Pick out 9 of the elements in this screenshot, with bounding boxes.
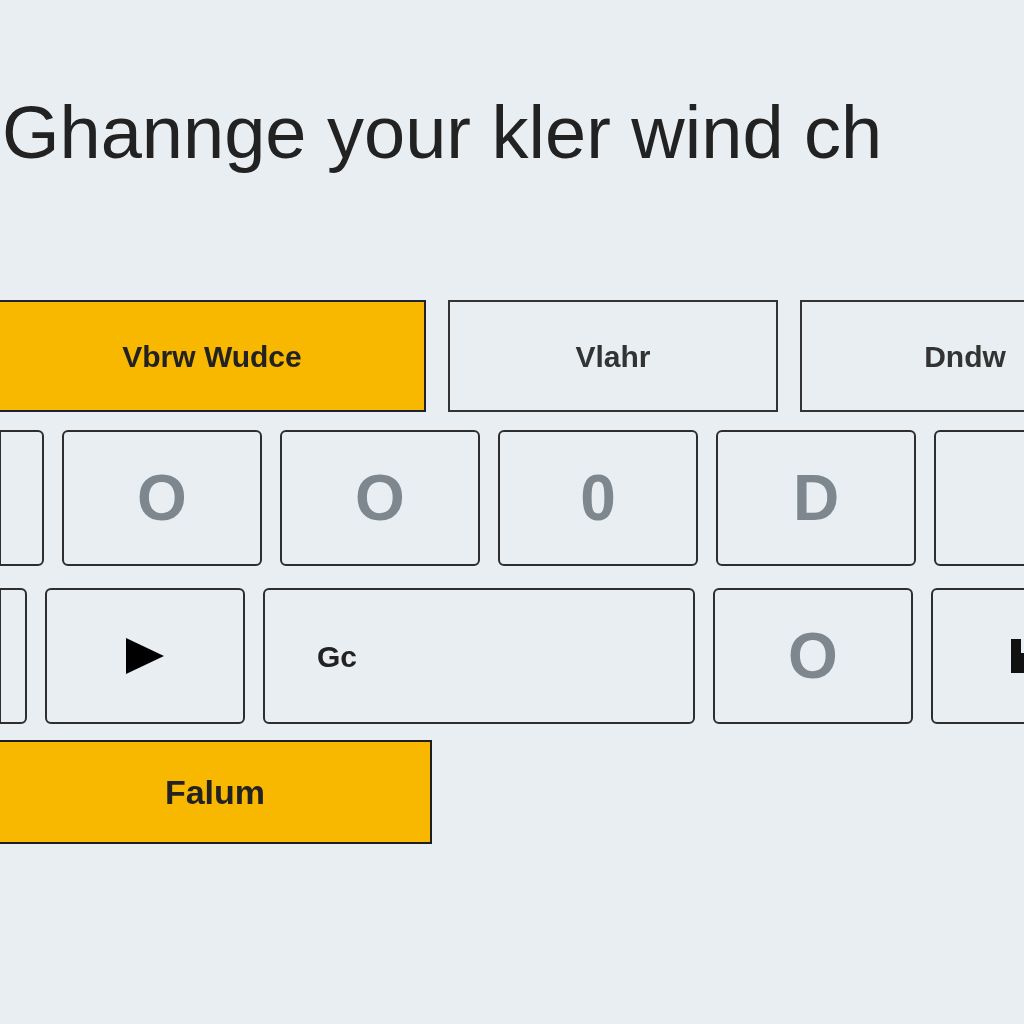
keyboard-key[interactable] (0, 588, 27, 724)
tab[interactable]: Dndw (800, 300, 1024, 412)
action-button[interactable]: Falum (0, 740, 432, 844)
keyboard-key[interactable] (0, 430, 44, 566)
tab[interactable]: Vlahr (448, 300, 778, 412)
keyboard-key[interactable] (45, 588, 245, 724)
tab[interactable]: Vbrw Wudce (0, 300, 426, 412)
play-icon (124, 636, 166, 676)
keyboard-key[interactable]: Gc (263, 588, 695, 724)
